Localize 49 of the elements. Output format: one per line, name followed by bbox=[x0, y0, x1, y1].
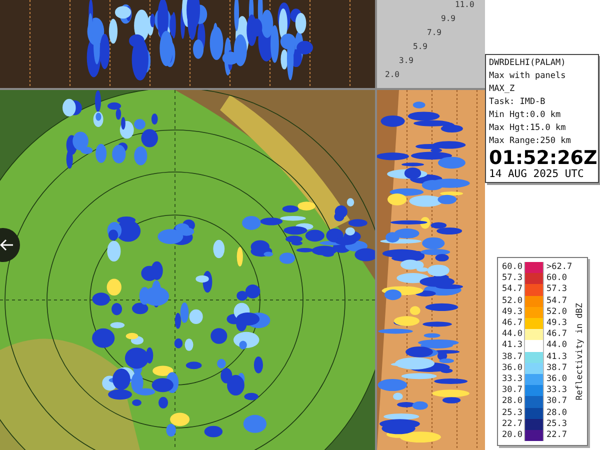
info-line: Max Range:250 km bbox=[489, 135, 572, 148]
legend-value: 20.0 bbox=[501, 430, 524, 442]
height-label: 11.0 bbox=[455, 0, 474, 9]
height-label: 5.9 bbox=[413, 42, 428, 51]
legend-value: >62.7 bbox=[545, 262, 574, 274]
legend-value: 38.7 bbox=[545, 362, 568, 374]
height-label: 9.9 bbox=[441, 14, 456, 23]
legend-value: 36.0 bbox=[545, 374, 568, 386]
legend-value: 44.0 bbox=[545, 340, 568, 352]
info-line: Task: IMD-B bbox=[489, 96, 546, 109]
legend-value: 22.7 bbox=[501, 418, 524, 430]
legend-value: 28.0 bbox=[545, 408, 568, 419]
info-line: DWRDELHI(PALAM) bbox=[489, 57, 567, 70]
height-label: 2.0 bbox=[385, 70, 400, 79]
legend-value: 57.3 bbox=[501, 273, 524, 284]
legend-value: 54.7 bbox=[501, 284, 524, 296]
legend-value: 25.3 bbox=[501, 408, 524, 419]
legend-value: 60.0 bbox=[501, 262, 524, 274]
legend-value: 49.3 bbox=[501, 306, 524, 318]
legend-title: Reflectivity in dBZ bbox=[575, 303, 586, 400]
legend-value: 33.3 bbox=[545, 385, 568, 396]
time-label: 01:52:26Z bbox=[489, 148, 595, 168]
legend-value: 33.3 bbox=[501, 374, 524, 386]
info-line: MAX_Z bbox=[489, 83, 516, 96]
legend-value: 52.0 bbox=[545, 306, 568, 318]
legend-value: 52.0 bbox=[501, 296, 524, 307]
legend-value: 30.7 bbox=[501, 385, 524, 396]
legend-value: 41.3 bbox=[501, 340, 524, 352]
legend-value: 57.3 bbox=[545, 284, 568, 296]
legend-value: 28.0 bbox=[501, 396, 524, 408]
info-line: Min Hgt:0.0 km bbox=[489, 109, 562, 122]
legend-value: 36.0 bbox=[501, 362, 524, 374]
legend-value: 46.7 bbox=[501, 318, 524, 330]
info-line: Max Hgt:15.0 km bbox=[489, 122, 567, 135]
date-label: 14 AUG 2025 UTC bbox=[489, 168, 585, 180]
legend-value: 38.7 bbox=[501, 352, 524, 363]
legend-value: 22.7 bbox=[545, 430, 568, 442]
legend-value: 60.0 bbox=[545, 273, 568, 284]
height-label: 7.9 bbox=[427, 28, 442, 37]
legend-value: 30.7 bbox=[545, 396, 568, 408]
legend-value: 44.0 bbox=[501, 329, 524, 340]
legend-value: 46.7 bbox=[545, 329, 568, 340]
info-line: Max with panels bbox=[489, 70, 567, 83]
legend-value: 41.3 bbox=[545, 352, 568, 363]
arrow-left-icon bbox=[0, 239, 14, 251]
height-label: 3.9 bbox=[399, 56, 414, 65]
legend-value: 25.3 bbox=[545, 418, 568, 430]
legend-value: 54.7 bbox=[545, 296, 568, 307]
legend-value: 49.3 bbox=[545, 318, 568, 330]
